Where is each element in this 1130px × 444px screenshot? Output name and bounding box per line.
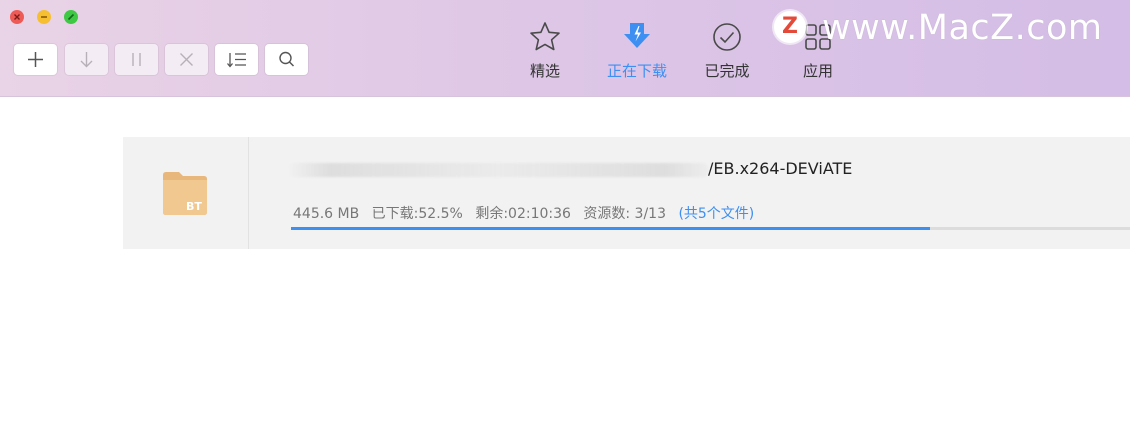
check-circle-icon (713, 23, 741, 51)
zoom-window-icon (67, 13, 75, 21)
watermark-logo-letter: Z (782, 14, 798, 39)
progress-fill (291, 227, 930, 230)
task-sources: 资源数: 3/13 (583, 206, 666, 222)
star-icon (530, 22, 560, 51)
zoom-window-button[interactable] (64, 10, 78, 24)
toolbar: 精选 正在下载 已完成 应用 Z www.MacZ.com (0, 0, 1130, 97)
tab-completed[interactable]: 已完成 (692, 20, 762, 84)
task-info: 445.6 MB 已下载:52.5% 剩余:02:10:36 资源数: 3/13… (293, 203, 762, 223)
task-downloaded: 已下载:52.5% (371, 206, 463, 222)
close-icon (180, 53, 193, 66)
plus-icon (28, 52, 43, 67)
watermark-text: www.MacZ.com (822, 8, 1103, 48)
close-window-icon (14, 14, 20, 20)
tab-downloading[interactable]: 正在下载 (602, 20, 672, 84)
sort-button[interactable] (215, 44, 258, 75)
sort-list-icon (227, 53, 246, 68)
progress-track (291, 227, 1130, 230)
task-size: 445.6 MB (293, 206, 360, 222)
delete-button[interactable] (165, 44, 208, 75)
task-icon-cell: BT (123, 137, 249, 249)
tab-label: 应用 (802, 62, 833, 80)
task-name-text: /EB.x264-DEViATE (708, 159, 853, 178)
minimize-window-button[interactable] (37, 10, 51, 24)
pause-icon (132, 53, 141, 66)
tab-label: 精选 (529, 62, 560, 80)
bt-folder-icon: BT (163, 172, 207, 215)
download-icon (624, 23, 650, 48)
search-icon (279, 51, 295, 67)
resume-button[interactable] (65, 44, 108, 75)
task-name: /EB.x264-DEViATE (288, 159, 852, 178)
watermark-logo-icon: Z (774, 11, 806, 43)
task-files-link[interactable]: (共5个文件) (678, 206, 754, 222)
tab-label: 正在下载 (606, 62, 667, 80)
minimize-window-icon (41, 16, 47, 18)
add-task-button[interactable] (14, 44, 57, 75)
tab-label: 已完成 (704, 62, 750, 80)
close-window-button[interactable] (10, 10, 24, 24)
tab-featured[interactable]: 精选 (510, 20, 580, 84)
arrow-down-icon (80, 52, 93, 68)
pause-button[interactable] (115, 44, 158, 75)
task-remaining: 剩余:02:10:36 (475, 206, 571, 222)
bt-folder-label: BT (186, 200, 202, 213)
search-button[interactable] (265, 44, 308, 75)
download-task-row[interactable]: BT /EB.x264-DEViATE 445.6 MB 已下载:52.5% 剩… (123, 137, 1130, 249)
redacted-filename (288, 162, 708, 177)
